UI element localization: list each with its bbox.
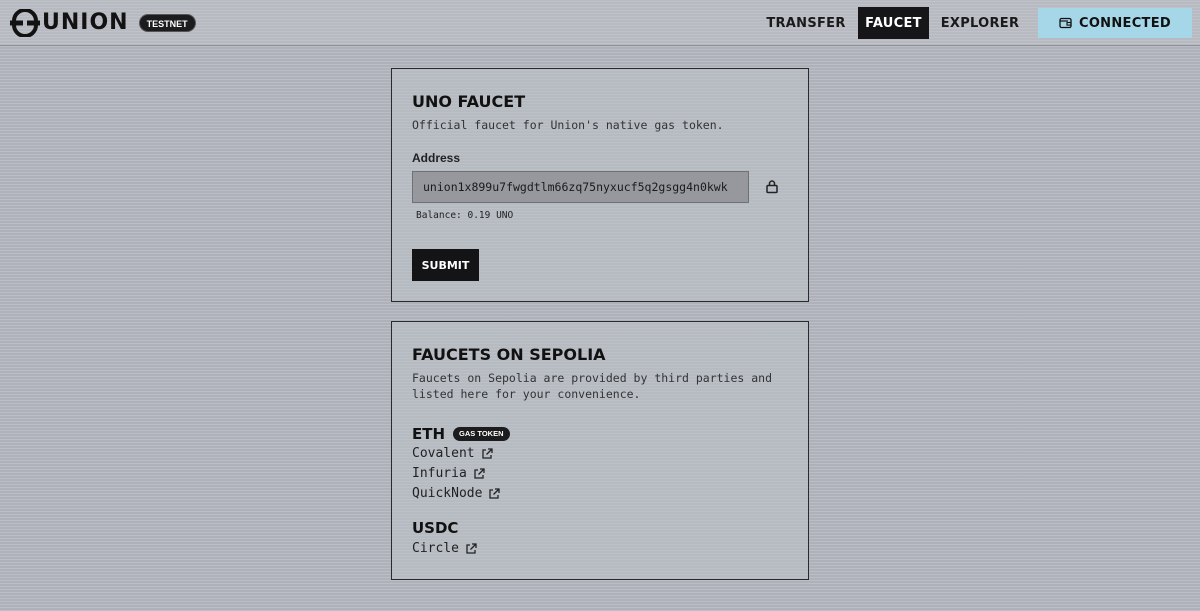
connected-label: CONNECTED bbox=[1078, 15, 1171, 31]
union-logo[interactable]: UNION TESTNET bbox=[10, 8, 196, 38]
balance-text: Balance: 0.19 UNO bbox=[416, 210, 514, 221]
token-name-eth: ETH bbox=[412, 425, 446, 443]
faucet-link-quicknode[interactable]: QuickNode bbox=[412, 486, 501, 501]
uno-faucet-card: UNO FAUCET Official faucet for Union's n… bbox=[391, 68, 809, 302]
sepolia-title: FAUCETS ON SEPOLIA bbox=[412, 345, 606, 364]
faucet-link-covalent[interactable]: Covalent bbox=[412, 446, 493, 461]
uno-faucet-description: Official faucet for Union's native gas t… bbox=[412, 118, 724, 132]
external-link-icon bbox=[489, 487, 501, 499]
nav-transfer[interactable]: TRANSFER bbox=[764, 7, 848, 39]
testnet-badge: TESTNET bbox=[138, 14, 196, 32]
token-eth-heading: ETH GAS TOKEN bbox=[412, 425, 510, 443]
top-nav-bar: UNION TESTNET TRANSFER FAUCET EXPLORER C… bbox=[0, 0, 1200, 46]
address-label: Address bbox=[412, 151, 461, 165]
faucet-link-label: Covalent bbox=[412, 446, 475, 461]
external-link-icon bbox=[481, 447, 493, 459]
faucet-link-circle[interactable]: Circle bbox=[412, 541, 477, 556]
faucet-link-label: Circle bbox=[412, 541, 459, 556]
union-logo-icon bbox=[10, 8, 40, 38]
wallet-icon bbox=[1059, 17, 1072, 29]
sepolia-description-line-2: listed here for your convenience. bbox=[412, 387, 641, 401]
uno-faucet-title: UNO FAUCET bbox=[412, 92, 526, 111]
nav-faucet[interactable]: FAUCET bbox=[858, 7, 929, 39]
nav-explorer[interactable]: EXPLORER bbox=[938, 7, 1022, 39]
faucet-link-label: Infuria bbox=[412, 466, 467, 481]
logo-text: UNION bbox=[42, 10, 129, 35]
submit-button[interactable]: SUBMIT bbox=[412, 249, 479, 281]
faucet-link-label: QuickNode bbox=[412, 486, 483, 501]
connected-button[interactable]: CONNECTED bbox=[1038, 8, 1192, 38]
lock-icon bbox=[766, 180, 778, 194]
address-input[interactable]: union1x899u7fwgdtlm66zq75nyxucf5q2gsgg4n… bbox=[412, 171, 749, 203]
gas-token-badge: GAS TOKEN bbox=[453, 427, 510, 441]
token-usdc-heading: USDC bbox=[412, 519, 458, 537]
sepolia-description-line-1: Faucets on Sepolia are provided by third… bbox=[412, 371, 773, 385]
sepolia-faucets-card: FAUCETS ON SEPOLIA Faucets on Sepolia ar… bbox=[391, 321, 809, 580]
faucet-link-infuria[interactable]: Infuria bbox=[412, 466, 485, 481]
external-link-icon bbox=[474, 467, 485, 479]
token-name-usdc: USDC bbox=[412, 519, 459, 537]
external-link-icon bbox=[466, 542, 477, 554]
